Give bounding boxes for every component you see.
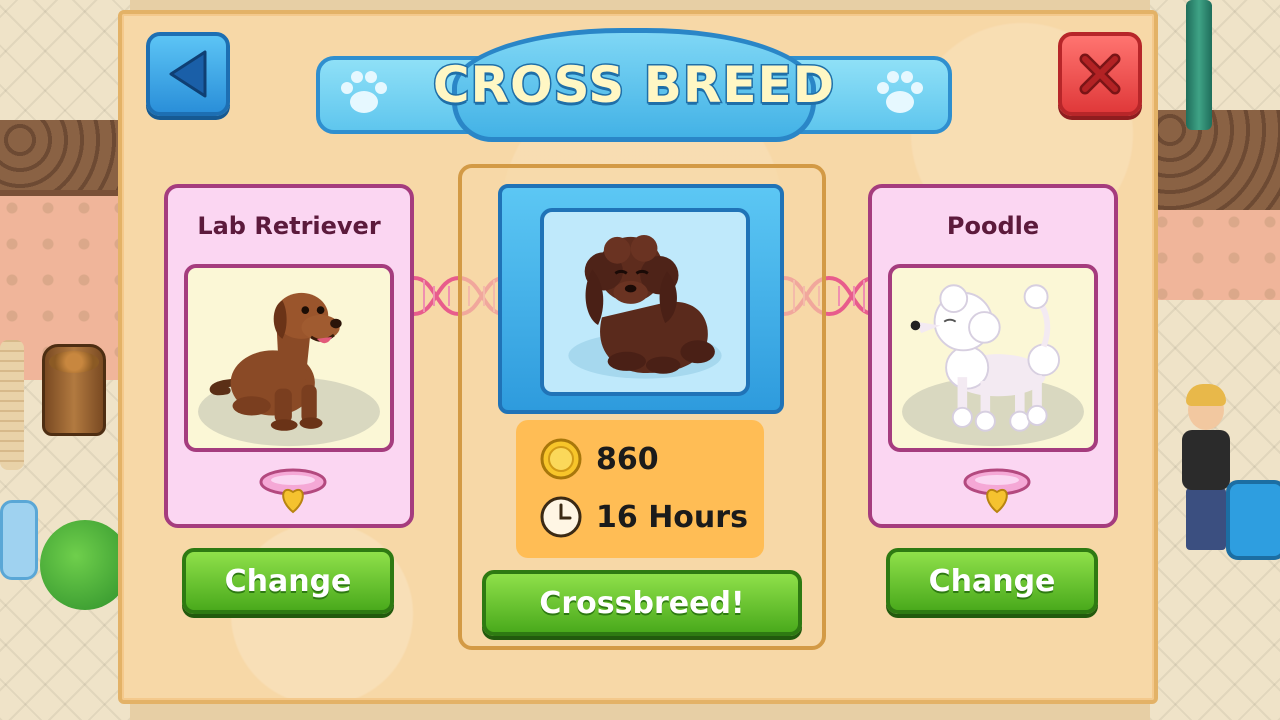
parent-portrait-right [888,264,1098,452]
scratching-post [0,340,24,470]
labradoodle-image [568,234,722,379]
offspring-panel [498,184,784,414]
change-right-button[interactable]: Change [886,548,1098,614]
parent-name-left: Lab Retriever [197,212,381,240]
poodle-image [902,284,1084,447]
back-button[interactable] [146,32,230,116]
parent-portrait-left [184,264,394,452]
cobblestone-path-right [1150,110,1280,220]
clock-icon [540,496,582,538]
food-barrel [42,344,106,436]
floor-tiles-right [1150,0,1280,720]
back-arrow-icon [169,50,207,98]
breed-time-value: 16 Hours [596,499,748,535]
change-left-button[interactable]: Change [182,548,394,614]
collar-icon [259,468,327,514]
dialog-title: CROSS BREED [431,55,836,116]
coin-cost-value: 860 [596,441,659,477]
potted-tree [40,520,130,610]
breed-cost-box: 860 16 Hours [516,420,764,558]
parent-name-right: Poodle [946,212,1040,240]
paw-wallpaper-right [1150,210,1280,300]
offspring-portrait [540,208,750,396]
pet-bed [0,500,38,580]
paw-icon [877,71,923,113]
arcade-tv [1226,480,1280,560]
cross-breed-dialog: CROSS BREED Lab Retriever Change 860 16 … [118,10,1158,704]
close-x-icon [1079,53,1121,95]
breed-time-row: 16 Hours [540,496,748,538]
lab-retriever-image [198,292,380,447]
coin-icon [540,438,582,480]
cobblestone-path-left [0,120,130,200]
title-plate: CROSS BREED [431,28,836,142]
paw-icon [341,71,387,113]
collar-icon [963,468,1031,514]
parent-card-left: Lab Retriever [164,184,414,528]
close-button[interactable] [1058,32,1142,116]
coin-cost-row: 860 [540,438,659,480]
street-lamp [1186,0,1212,130]
parent-card-right: Poodle [868,184,1118,528]
crossbreed-button[interactable]: Crossbreed! [482,570,802,636]
